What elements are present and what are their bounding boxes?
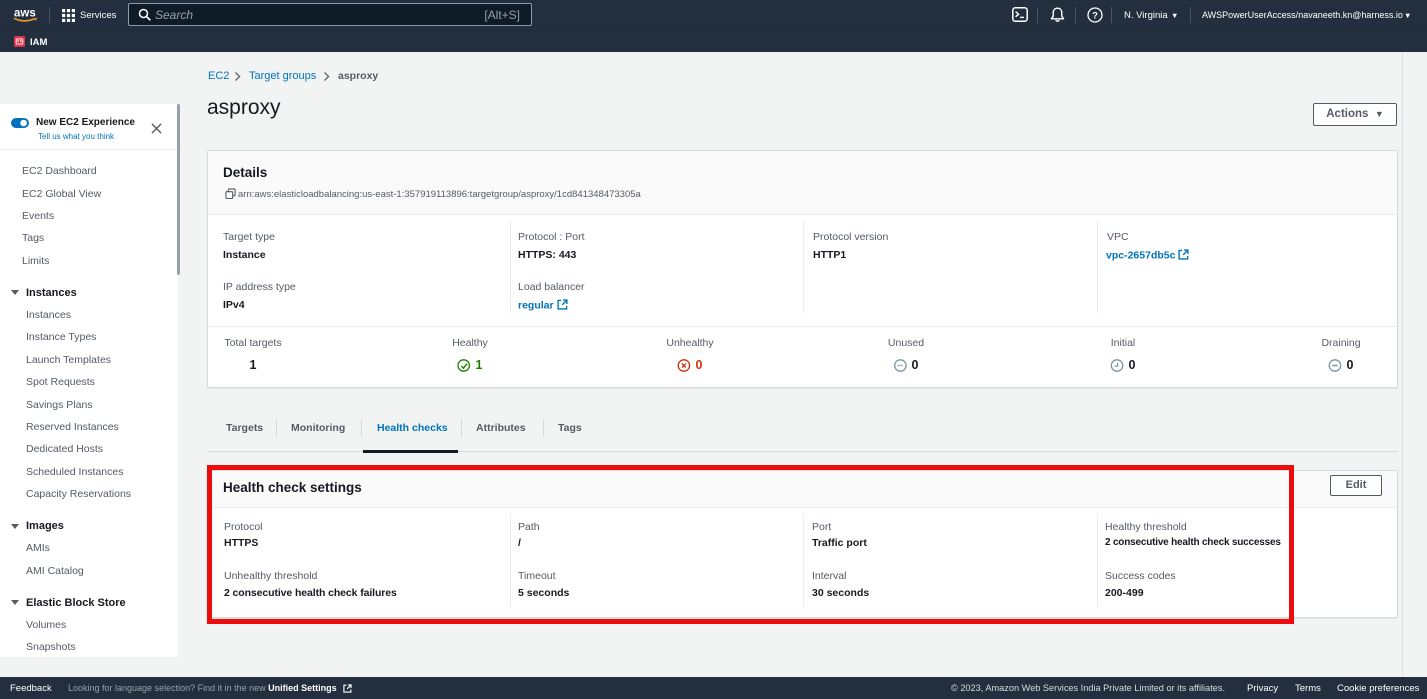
svg-text:aws: aws xyxy=(14,8,36,20)
svg-text:?: ? xyxy=(1092,10,1098,21)
